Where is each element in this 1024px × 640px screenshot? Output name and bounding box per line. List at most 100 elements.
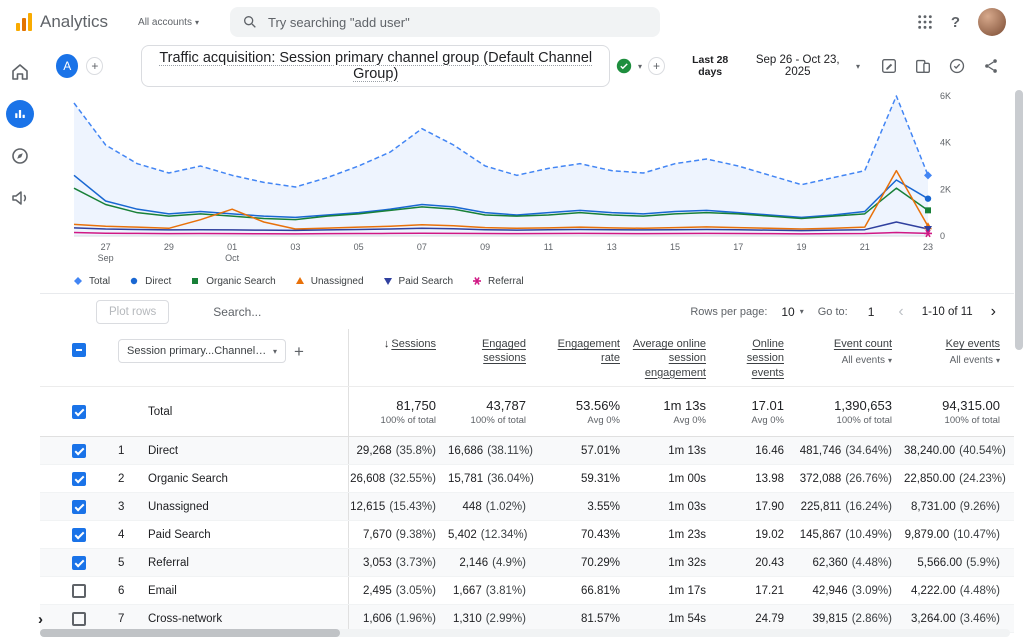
triangle-down-marker-icon xyxy=(382,275,394,287)
svg-text:03: 03 xyxy=(290,242,300,252)
metric-value: 1m 54s xyxy=(668,613,706,625)
total-metric-cell: 1m 13sAvg 0% xyxy=(632,398,718,426)
add-dimension-button[interactable]: + xyxy=(294,343,304,360)
select-all-checkbox[interactable] xyxy=(72,343,86,357)
sessions-line-chart[interactable]: 02K4K6K27Sep2901Oct030507091113151719212… xyxy=(64,90,1014,268)
metric-cell: 22,850.00(24.23%) xyxy=(904,473,1012,485)
metric-cell: 1m 03s xyxy=(632,501,718,513)
table-search-input[interactable] xyxy=(213,305,403,319)
metric-cell: 1,606(1.96%) xyxy=(348,613,448,625)
metric-subtext: Avg 0% xyxy=(538,415,620,426)
topbar: Analytics All accounts ▾ ? xyxy=(0,0,1024,44)
legend-item-direct[interactable]: Direct xyxy=(128,275,171,287)
column-header-average-online-session-engagement[interactable]: Average online session engagement xyxy=(632,337,718,380)
edit-note-button[interactable] xyxy=(880,57,898,75)
svg-text:4K: 4K xyxy=(940,138,951,148)
metric-value: 1m 23s xyxy=(668,529,706,541)
row-checkbox[interactable] xyxy=(72,528,86,542)
global-search[interactable] xyxy=(230,7,660,37)
dimension-selector[interactable]: Session primary...Channel Group)▾ xyxy=(118,339,286,363)
vertical-scrollbar[interactable] xyxy=(1015,46,1023,626)
compare-button[interactable] xyxy=(914,57,932,75)
metric-value: 7,670 xyxy=(363,529,392,541)
metric-value: 81,750 xyxy=(348,398,436,413)
row-checkbox-cell xyxy=(72,472,118,486)
nav-home[interactable] xyxy=(2,54,38,90)
metric-value: 145,867 xyxy=(800,529,842,541)
metric-value: 481,746 xyxy=(800,445,842,457)
report-avatar[interactable]: A xyxy=(56,54,78,78)
metric-subtext: (15.43%) xyxy=(389,501,436,513)
title-chevron-down-icon[interactable]: ▾ xyxy=(638,62,642,71)
row-checkbox[interactable] xyxy=(72,405,86,419)
analytics-logo-icon[interactable] xyxy=(12,13,32,31)
column-header-engagement-rate[interactable]: Engagement rate xyxy=(538,337,632,366)
date-range-picker[interactable]: Last 28 days Sep 26 - Oct 23, 2025 ▾ xyxy=(681,54,860,78)
legend-item-referral[interactable]: Referral xyxy=(471,275,524,287)
column-header-online-session-events[interactable]: Online session events xyxy=(718,337,796,380)
metric-subtext: 100% of total xyxy=(348,415,436,426)
apps-grid-icon[interactable] xyxy=(917,14,933,30)
report-title[interactable]: Traffic acquisition: Session primary cha… xyxy=(141,45,610,87)
legend-item-organic-search[interactable]: Organic Search xyxy=(189,275,275,287)
legend-item-total[interactable]: Total xyxy=(72,275,110,287)
metric-cell: 1m 17s xyxy=(632,585,718,597)
row-number: 5 xyxy=(118,557,148,569)
prev-page-icon[interactable]: ‹ xyxy=(894,303,907,321)
add-report-icon[interactable]: + xyxy=(648,57,665,75)
column-header-key-events[interactable]: Key eventsAll events▾ xyxy=(904,337,1012,367)
next-page-icon[interactable]: › xyxy=(987,303,1000,321)
column-header-engaged-sessions[interactable]: Engaged sessions xyxy=(448,337,538,366)
metric-subtext: (1.96%) xyxy=(396,613,436,625)
metric-cell: 39,815(2.86%) xyxy=(796,613,904,625)
user-avatar[interactable] xyxy=(978,8,1006,36)
legend-item-unassigned[interactable]: Unassigned xyxy=(294,275,364,287)
column-header-event-count[interactable]: Event countAll events▾ xyxy=(796,337,904,367)
add-comparison-icon[interactable]: + xyxy=(86,57,103,75)
metric-value: 225,811 xyxy=(801,501,842,513)
topbar-actions: ? xyxy=(917,8,1012,36)
row-checkbox[interactable] xyxy=(72,612,86,626)
column-filter[interactable]: All events▾ xyxy=(796,354,892,367)
svg-text:0: 0 xyxy=(940,231,945,241)
metric-subtext: (9.38%) xyxy=(396,529,436,541)
metric-value: 372,088 xyxy=(800,473,842,485)
insights-button[interactable] xyxy=(948,57,966,75)
channels-table: Session primary...Channel Group)▾ + ↓Sessi… xyxy=(40,329,1014,633)
column-filter[interactable]: All events▾ xyxy=(904,354,1000,367)
metric-value: 43,787 xyxy=(448,398,526,413)
metric-value: 17.21 xyxy=(755,585,784,597)
nav-reports[interactable] xyxy=(2,96,38,132)
row-checkbox[interactable] xyxy=(72,472,86,486)
account-picker[interactable]: All accounts ▾ xyxy=(138,17,199,28)
legend-label: Total xyxy=(89,276,110,287)
sidebar-expand-icon[interactable]: › xyxy=(38,611,43,628)
rows-per-page-select[interactable]: 10 ▾ xyxy=(781,305,803,319)
horizontal-scrollbar[interactable] xyxy=(40,629,1010,637)
goto-input[interactable]: 1 xyxy=(862,305,881,319)
metric-subtext: (10.49%) xyxy=(845,529,892,541)
column-header-sessions[interactable]: ↓Sessions xyxy=(348,337,448,351)
row-checkbox[interactable] xyxy=(72,556,86,570)
search-input[interactable] xyxy=(268,15,648,30)
row-checkbox[interactable] xyxy=(72,584,86,598)
metric-value: 1m 17s xyxy=(668,585,706,597)
help-icon[interactable]: ? xyxy=(951,14,960,31)
row-checkbox-cell xyxy=(72,556,118,570)
metric-value: 20.43 xyxy=(755,557,784,569)
legend-item-paid-search[interactable]: Paid Search xyxy=(382,275,453,287)
metric-cell: 225,811(16.24%) xyxy=(796,501,904,513)
metric-cell: 3,053(3.73%) xyxy=(348,557,448,569)
plot-rows-button[interactable]: Plot rows xyxy=(96,300,169,324)
insights-icon xyxy=(948,57,966,75)
share-button[interactable] xyxy=(982,57,1000,75)
vertical-scrollbar-thumb[interactable] xyxy=(1015,90,1023,350)
nav-explore[interactable] xyxy=(2,138,38,174)
row-checkbox[interactable] xyxy=(72,444,86,458)
metric-cell: 3.55% xyxy=(538,501,632,513)
channel-name: Unassigned xyxy=(148,501,348,513)
row-checkbox[interactable] xyxy=(72,500,86,514)
horizontal-scrollbar-thumb[interactable] xyxy=(40,629,340,637)
rows-per-page-value: 10 xyxy=(781,305,794,319)
nav-advertising[interactable] xyxy=(2,180,38,216)
